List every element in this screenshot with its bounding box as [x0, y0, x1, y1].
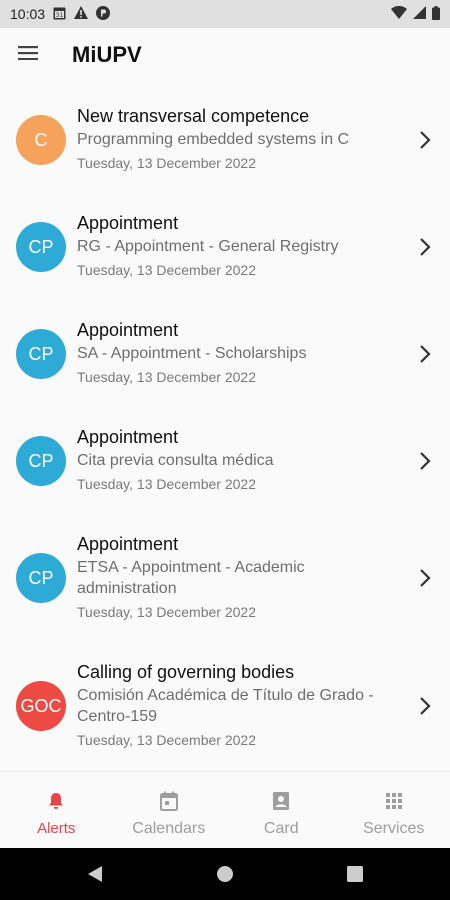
avatar-initials: CP — [28, 567, 54, 588]
recents-button[interactable] — [290, 866, 420, 882]
alert-date: Tuesday, 13 December 2022 — [77, 369, 256, 385]
avatar-initials: C — [34, 129, 48, 150]
alert-avatar: CP — [16, 329, 66, 379]
bell-icon — [48, 790, 64, 812]
alert-title: Appointment — [77, 213, 179, 233]
signal-icon — [413, 6, 426, 22]
alert-avatar: CP — [16, 436, 66, 486]
bottom-navigation: Alerts Calendars Card Services — [0, 771, 450, 848]
system-nav-bar — [0, 848, 450, 900]
alert-subtitle: SA - Appointment - Scholarships — [77, 345, 307, 362]
avatar-initials: GOC — [20, 695, 62, 716]
chevron-right-icon — [420, 569, 431, 587]
alert-item[interactable]: CP Appointment Cita previa consulta médi… — [0, 407, 450, 514]
hamburger-menu-icon — [18, 45, 38, 65]
back-icon — [88, 866, 102, 882]
alert-subtitle: Programming embedded systems in C — [77, 131, 350, 148]
menu-button[interactable] — [0, 28, 56, 82]
nav-alerts[interactable]: Alerts — [0, 772, 113, 848]
alert-item[interactable]: CP Appointment ETSA - Appointment - Acad… — [0, 514, 450, 642]
alert-date: Tuesday, 13 December 2022 — [77, 476, 256, 492]
alert-date: Tuesday, 13 December 2022 — [77, 155, 256, 171]
chevron-right-icon — [420, 238, 431, 256]
alert-title: Appointment — [77, 534, 179, 554]
alert-title: Appointment — [77, 320, 179, 340]
chevron-right-icon — [420, 345, 431, 363]
alert-avatar: CP — [16, 553, 66, 603]
alert-item[interactable]: GOC Calling of governing bodies Comisión… — [0, 642, 450, 770]
alert-avatar: GOC — [16, 681, 66, 731]
alert-item[interactable]: CP Appointment SA - Appointment - Schola… — [0, 300, 450, 407]
calendar-icon — [159, 790, 178, 812]
nav-services[interactable]: Services — [338, 772, 450, 848]
avatar-initials: CP — [28, 343, 54, 364]
alert-subtitle: ETSA - Appointment - Academic administra… — [77, 559, 305, 597]
alert-subtitle: Cita previa consulta médica — [77, 452, 274, 469]
battery-icon — [432, 5, 440, 23]
recents-icon — [347, 866, 363, 882]
alert-item[interactable]: C New transversal competence Programming… — [0, 86, 450, 193]
calendar-icon: 31 — [53, 6, 66, 23]
alert-list: C New transversal competence Programming… — [0, 86, 450, 770]
app-title: MiUPV — [72, 42, 142, 67]
chevron-right-icon — [420, 452, 431, 470]
app-bar: MiUPV — [0, 28, 450, 82]
alert-title: Calling of governing bodies — [77, 662, 295, 682]
status-time: 10:03 — [10, 6, 46, 22]
chevron-right-icon — [420, 697, 431, 715]
back-button[interactable] — [30, 865, 160, 883]
alert-title: New transversal competence — [77, 106, 310, 126]
nav-label: Services — [363, 820, 425, 837]
nav-calendars[interactable]: Calendars — [113, 772, 226, 848]
alert-subtitle: Comisión Académica de Título de Grado - … — [77, 687, 374, 725]
alert-date: Tuesday, 13 December 2022 — [77, 604, 256, 620]
vpn-icon — [96, 5, 111, 23]
svg-text:31: 31 — [56, 12, 64, 19]
id-card-icon — [272, 790, 290, 812]
alert-avatar: C — [16, 115, 66, 165]
nav-label: Card — [263, 820, 299, 837]
nav-card[interactable]: Card — [225, 772, 338, 848]
chevron-right-icon — [420, 131, 431, 149]
alert-date: Tuesday, 13 December 2022 — [77, 732, 256, 748]
alert-avatar: CP — [16, 222, 66, 272]
grid-icon — [385, 790, 403, 812]
nav-label: Alerts — [37, 820, 76, 837]
home-button[interactable] — [160, 865, 290, 883]
warning-icon — [74, 6, 89, 22]
alert-title: Appointment — [77, 427, 179, 447]
wifi-icon — [391, 5, 407, 22]
alert-date: Tuesday, 13 December 2022 — [77, 262, 256, 278]
alert-item[interactable]: CP Appointment RG - Appointment - Genera… — [0, 193, 450, 300]
status-bar: 10:03 31 — [0, 0, 450, 28]
alert-subtitle: RG - Appointment - General Registry — [77, 238, 339, 255]
nav-label: Calendars — [132, 820, 206, 837]
home-icon — [217, 866, 233, 882]
avatar-initials: CP — [28, 236, 54, 257]
avatar-initials: CP — [28, 450, 54, 471]
